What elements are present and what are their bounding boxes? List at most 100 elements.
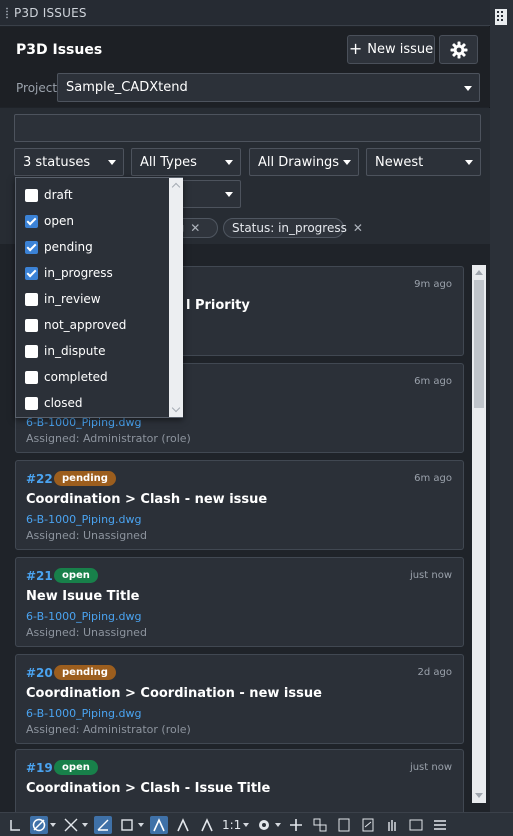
issue-card[interactable]: #21 open just now New Isuue Title 6-B-10… [15,557,464,647]
caret-down-icon [464,85,472,91]
chevron-down-icon[interactable] [171,403,181,413]
drawing-filter-select[interactable]: All Drawings [249,148,359,176]
document-icon[interactable] [335,816,353,834]
issue-assignee: Assigned: Unassigned [26,626,147,639]
issue-assignee: Assigned: Administrator (role) [26,723,191,736]
status-option-in-dispute[interactable]: in_dispute [16,338,166,364]
issue-id: #21 [26,569,53,583]
status-option-open[interactable]: open [16,208,166,234]
status-checkbox[interactable] [25,370,38,384]
status-option-label: in_progress [44,266,113,280]
chevron-up-icon[interactable] [171,182,181,192]
type-filter-select[interactable]: All Types [131,148,241,176]
issue-card[interactable]: #22 pending 6m ago Coordination > Clash … [15,460,464,550]
issue-file-link[interactable]: 6-B-1000_Piping.dwg [26,707,141,720]
caret-down-icon [343,160,351,165]
drag-grip-icon[interactable] [5,7,9,19]
sort-value: Newest [375,154,424,170]
status-checkbox[interactable] [25,240,38,254]
issue-file-link[interactable]: 6-B-1000_Piping.dwg [26,513,141,526]
issue-id: #19 [26,761,53,775]
status-option-in-progress[interactable]: in_progress [16,260,166,286]
dropdown-scrollbar[interactable] [169,178,183,417]
list-scrollbar[interactable] [472,265,486,803]
project-select[interactable]: Sample_CADXtend [57,73,480,102]
auto-scale-icon[interactable] [198,816,216,834]
isolate-objects-icon[interactable] [311,816,329,834]
status-option-in-review[interactable]: in_review [16,286,166,312]
status-option-label: not_approved [44,318,127,332]
palette-titlebar[interactable]: P3D ISSUES [0,0,490,26]
issue-assignee: Assigned: Unassigned [26,529,147,542]
filter-chip-status[interactable]: Status: in_progress ✕ [223,218,363,238]
caret-down-icon [225,192,233,197]
close-icon[interactable]: ✕ [190,221,200,235]
status-option-completed[interactable]: completed [16,364,166,390]
search-input[interactable] [14,114,481,142]
scroll-up-arrow-icon[interactable] [475,270,483,275]
lineweight-icon[interactable] [118,816,136,834]
caret-down-icon[interactable] [50,822,56,827]
status-badge: open [54,568,98,583]
object-snap-icon[interactable] [94,815,112,834]
status-option-label: completed [44,370,108,384]
issue-card[interactable]: #19 open just now Coordination > Clash -… [15,749,464,812]
status-option-not-approved[interactable]: not_approved [16,312,166,338]
polar-tracking-icon[interactable] [30,815,48,834]
new-issue-button[interactable]: + New issue [347,35,435,64]
plus-icon[interactable] [287,816,305,834]
page-title: P3D Issues [16,42,103,58]
issue-time: 6m ago [414,376,452,387]
status-option-draft[interactable]: draft [16,182,166,208]
status-checkbox[interactable] [25,214,38,228]
gear-icon [450,41,467,58]
status-filter-select[interactable]: 3 statuses [14,148,124,176]
new-issue-label: New issue [367,42,434,57]
settings-button[interactable] [439,35,478,64]
ortho-icon[interactable] [6,816,24,834]
caret-down-icon[interactable] [243,822,250,827]
status-option-label: pending [44,240,93,254]
document-edit-icon[interactable] [359,816,377,834]
issue-card[interactable]: #20 pending 2d ago Coordination > Coordi… [15,654,464,744]
status-badge: pending [54,665,116,680]
issue-time: 9m ago [414,279,452,290]
status-checkbox[interactable] [25,396,38,410]
status-option-label: open [44,214,74,228]
caret-down-icon [225,160,233,165]
caret-down-icon[interactable] [275,822,282,827]
status-checkbox[interactable] [25,292,38,306]
scale-label[interactable]: 1:1 [222,818,241,832]
panel-header: P3D Issues + New issue Project Sample_CA… [0,27,490,107]
scrollbar-thumb[interactable] [474,280,484,408]
sort-select[interactable]: Newest [366,148,481,176]
caret-down-icon[interactable] [82,822,88,827]
project-select-value: Sample_CADXtend [66,80,188,95]
status-checkbox[interactable] [25,266,38,280]
type-filter-value: All Types [140,154,197,170]
status-checkbox[interactable] [25,188,38,202]
caret-down-icon[interactable] [138,822,144,827]
workspace-gear-icon[interactable] [255,816,273,834]
close-icon[interactable]: ✕ [353,221,363,235]
hamburger-menu-icon[interactable] [431,816,449,834]
issue-id: #22 [26,472,53,486]
status-badge: pending [54,471,116,486]
status-checkbox[interactable] [25,318,38,332]
status-option-label: in_review [44,292,101,306]
fullscreen-icon[interactable] [407,816,425,834]
issue-title: New Isuue Title [26,589,140,604]
annotation-scale-icon[interactable] [150,815,168,834]
status-option-pending[interactable]: pending [16,234,166,260]
project-label: Project [16,81,58,95]
osnap-tracking-icon[interactable] [62,816,80,834]
issue-time: just now [409,762,452,773]
scroll-down-arrow-icon[interactable] [475,793,483,798]
annotation-visibility-icon[interactable] [174,816,192,834]
status-checkbox[interactable] [25,344,38,358]
status-option-closed[interactable]: closed [16,390,166,416]
issue-file-link[interactable]: 6-B-1000_Piping.dwg [26,610,141,623]
hand-icon[interactable] [383,816,401,834]
issue-time: 2d ago [417,667,452,678]
building-icon[interactable] [494,8,508,26]
